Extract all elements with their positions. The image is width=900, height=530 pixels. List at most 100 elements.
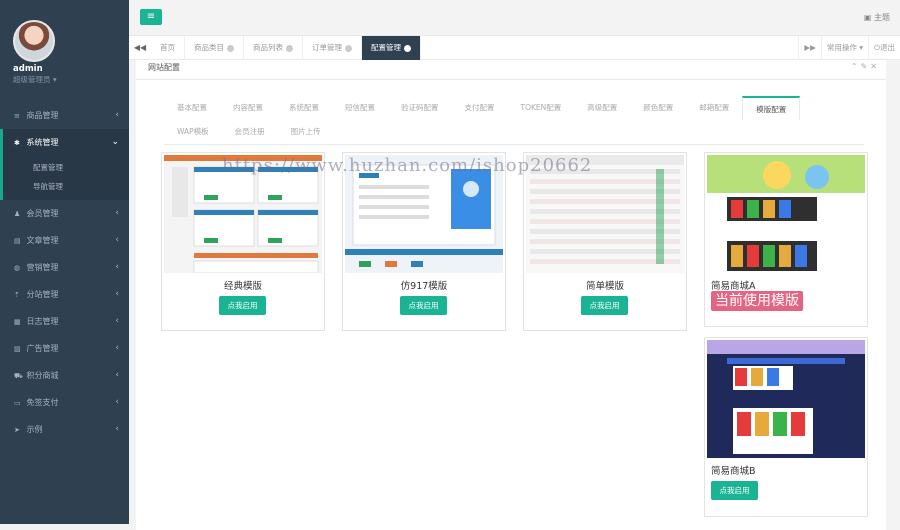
close-icon[interactable] bbox=[286, 44, 293, 52]
template-card-mall-b: 简易商城B 点我启用 bbox=[704, 337, 868, 517]
template-name: 仿917模版 bbox=[400, 281, 448, 292]
profile-name: admin bbox=[13, 64, 43, 74]
tab-member-register[interactable]: 会员注册 bbox=[222, 120, 278, 144]
tab-content-config[interactable]: 内容配置 bbox=[220, 96, 276, 120]
copy-icon: ▤ bbox=[14, 237, 21, 245]
chevron-left-icon: ‹ bbox=[115, 343, 119, 353]
template-card-mall-a: 简易商城A 当前使用模版 bbox=[704, 152, 868, 327]
tab-advanced-config[interactable]: 高级配置 bbox=[574, 96, 630, 120]
sidebar-subitem-nav[interactable]: 导航管理 bbox=[33, 177, 129, 196]
wrench-icon[interactable]: ✎ bbox=[861, 62, 871, 71]
sidebar-subitem-config[interactable]: 配置管理 bbox=[33, 158, 129, 177]
config-panel: 网站配置 ⌃✎✕ 基本配置 内容配置 系统配置 短信配置 验证码配置 支付配置 … bbox=[136, 60, 886, 530]
profile-role[interactable]: 超级管理员 ▾ bbox=[13, 74, 129, 85]
tab-payment-config[interactable]: 支付配置 bbox=[452, 96, 508, 120]
close-icon[interactable] bbox=[227, 44, 234, 52]
image-icon: ▨ bbox=[14, 345, 21, 353]
template-preview-image bbox=[707, 340, 865, 458]
config-tabs-row-1: 基本配置 内容配置 系统配置 短信配置 验证码配置 支付配置 TOKEN配置 高… bbox=[164, 96, 864, 120]
panel-tools: ⌃✎✕ bbox=[851, 62, 880, 71]
sidebar-item-logs[interactable]: ▦ 日志管理 ‹ bbox=[0, 308, 129, 335]
tabs-scroll-left-button[interactable]: ◀◀ bbox=[129, 36, 151, 60]
tab-color-config[interactable]: 颜色配置 bbox=[630, 96, 686, 120]
tab-goods-category[interactable]: 商品类目 bbox=[185, 36, 244, 60]
tab-home[interactable]: 首页 bbox=[151, 36, 185, 60]
template-name: 简易商城B bbox=[711, 466, 756, 477]
tabbar: ◀◀ 首页 商品类目 商品列表 订单管理 配置管理 ▶▶ 常用操作 ▾ ⏻退出 bbox=[129, 36, 900, 60]
profile: admin 超级管理员 ▾ bbox=[0, 0, 129, 96]
sidebar-item-marketing[interactable]: ◍ 营销管理 ‹ bbox=[0, 254, 129, 281]
sidebar-submenu: 配置管理 导航管理 bbox=[0, 156, 129, 200]
tab-wap-template[interactable]: WAP模板 bbox=[164, 120, 222, 144]
chevron-left-icon: ‹ bbox=[115, 289, 119, 299]
watermark-text: https://www.huzhan.com/ishop20662 bbox=[222, 155, 593, 176]
avatar[interactable] bbox=[13, 20, 55, 62]
enable-template-button[interactable]: 点我启用 bbox=[400, 296, 447, 315]
sidebar-item-ads[interactable]: ▨ 广告管理 ‹ bbox=[0, 335, 129, 362]
chevron-left-icon: ‹ bbox=[115, 397, 119, 407]
template-card-classic: 经典模版 点我启用 bbox=[161, 152, 325, 331]
chevron-left-icon: ‹ bbox=[115, 424, 119, 434]
collapse-icon[interactable]: ⌃ bbox=[851, 62, 861, 71]
tab-basic-config[interactable]: 基本配置 bbox=[164, 96, 220, 120]
chevron-left-icon: ‹ bbox=[115, 316, 119, 326]
sidebar-item-articles[interactable]: ▤ 文章管理 ‹ bbox=[0, 227, 129, 254]
theme-button[interactable]: ▣ 主题 bbox=[864, 12, 890, 23]
send-icon: ➤ bbox=[14, 426, 20, 434]
tabs-scroll-right-button[interactable]: ▶▶ bbox=[798, 36, 821, 60]
menu-icon: ≡ bbox=[146, 11, 156, 22]
tab-template-config[interactable]: 模版配置 bbox=[742, 96, 801, 120]
sidebar-item-points-mall[interactable]: ⛟ 积分商城 ‹ bbox=[0, 362, 129, 389]
common-ops-dropdown[interactable]: 常用操作 ▾ bbox=[820, 36, 868, 60]
sitemap-icon: ⇡ bbox=[14, 291, 20, 299]
globe-icon: ◍ bbox=[14, 264, 21, 272]
chevron-left-icon: ‹ bbox=[115, 208, 119, 218]
tab-image-upload[interactable]: 图片上传 bbox=[278, 120, 334, 144]
enable-template-button[interactable]: 点我启用 bbox=[711, 481, 758, 500]
sidebar-item-substations[interactable]: ⇡ 分站管理 ‹ bbox=[0, 281, 129, 308]
gear-icon: ✱ bbox=[14, 139, 20, 147]
chevron-left-icon: ‹ bbox=[115, 235, 119, 245]
sidebar-item-examples[interactable]: ➤ 示例 ‹ bbox=[0, 416, 129, 443]
chevron-left-icon: ‹ bbox=[115, 370, 119, 380]
sidebar-item-goods[interactable]: ≡ 商品管理 ‹ bbox=[0, 102, 129, 129]
tab-captcha-config[interactable]: 验证码配置 bbox=[388, 96, 452, 120]
template-name: 经典模版 bbox=[223, 281, 262, 292]
sidebar-item-system[interactable]: ✱ 系统管理 ⌄ bbox=[0, 129, 129, 156]
close-icon[interactable] bbox=[345, 44, 352, 52]
tab-sms-config[interactable]: 短信配置 bbox=[332, 96, 388, 120]
config-tabs-row-2: WAP模板 会员注册 图片上传 bbox=[164, 120, 864, 144]
tabbar-right: ▶▶ 常用操作 ▾ ⏻退出 bbox=[798, 36, 900, 60]
enable-template-button[interactable]: 点我启用 bbox=[581, 296, 628, 315]
sidebar-item-payment[interactable]: ▭ 免签支付 ‹ bbox=[0, 389, 129, 416]
card-icon: ▭ bbox=[14, 399, 21, 407]
config-tabs: 基本配置 内容配置 系统配置 短信配置 验证码配置 支付配置 TOKEN配置 高… bbox=[164, 96, 864, 145]
tab-goods-list[interactable]: 商品列表 bbox=[244, 36, 303, 60]
theme-icon: ▣ bbox=[863, 13, 872, 22]
template-name: 简单模版 bbox=[585, 281, 624, 292]
sidebar-item-members[interactable]: ♟ 会员管理 ‹ bbox=[0, 200, 129, 227]
enable-template-button[interactable]: 点我启用 bbox=[219, 296, 266, 315]
chevron-left-icon: ‹ bbox=[115, 110, 119, 120]
tab-system-config[interactable]: 系统配置 bbox=[276, 96, 332, 120]
template-name: 简易商城A bbox=[711, 281, 756, 292]
close-icon[interactable] bbox=[404, 44, 411, 52]
tab-email-config[interactable]: 邮箱配置 bbox=[686, 96, 742, 120]
logout-button[interactable]: ⏻退出 bbox=[868, 36, 900, 60]
calendar-icon: ▦ bbox=[14, 318, 21, 326]
sidebar: admin 超级管理员 ▾ ≡ 商品管理 ‹ ✱ 系统管理 ⌄ 配置管理 导航管理 … bbox=[0, 0, 129, 524]
page-tabs: 首页 商品类目 商品列表 订单管理 配置管理 bbox=[151, 36, 421, 60]
close-icon[interactable]: ✕ bbox=[870, 62, 880, 71]
sidebar-nav: ≡ 商品管理 ‹ ✱ 系统管理 ⌄ 配置管理 导航管理 ♟ 会员管理 ‹ ▤ 文章管理… bbox=[0, 102, 129, 443]
template-card-simple: 简单模版 点我启用 bbox=[523, 152, 687, 331]
template-preview-image bbox=[707, 155, 865, 273]
tab-config[interactable]: 配置管理 bbox=[362, 36, 421, 60]
panel-title: 网站配置 bbox=[136, 60, 886, 80]
tab-orders[interactable]: 订单管理 bbox=[303, 36, 362, 60]
tab-token-config[interactable]: TOKEN配置 bbox=[508, 96, 575, 120]
menu-toggle-button[interactable]: ≡ bbox=[140, 9, 162, 25]
chevron-left-icon: ‹ bbox=[115, 262, 119, 272]
chevron-down-icon: ⌄ bbox=[111, 137, 119, 147]
topbar: ≡ ▣ 主题 bbox=[129, 0, 900, 36]
current-template-badge: 当前使用模版 bbox=[711, 291, 803, 311]
